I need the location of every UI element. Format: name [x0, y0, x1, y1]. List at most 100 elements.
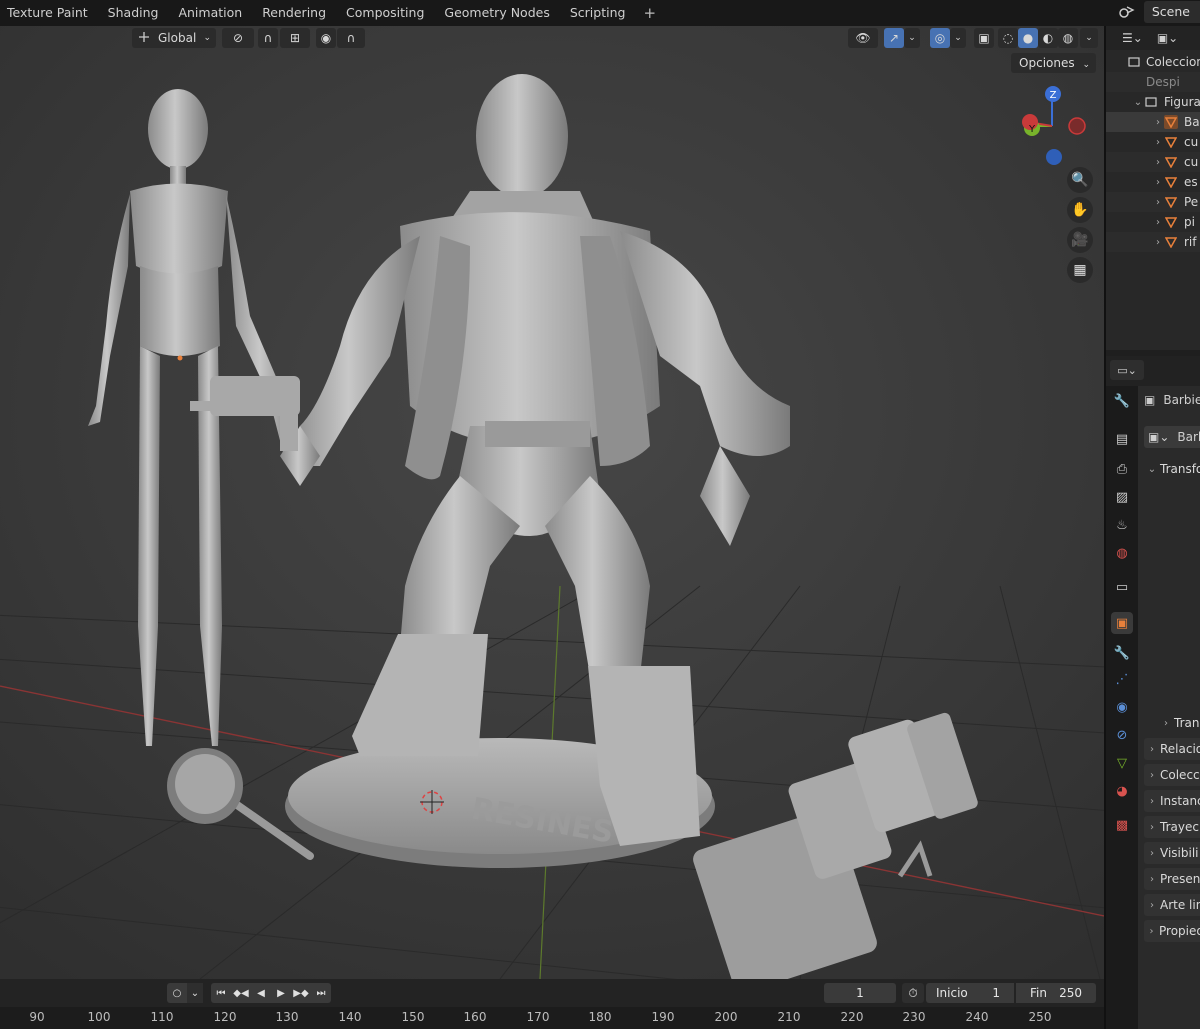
options-dropdown[interactable]: Opciones ⌄ — [1011, 53, 1096, 73]
play-reverse-button[interactable]: ◀ — [251, 983, 271, 1003]
visibility-dropdown[interactable]: 👁 — [848, 28, 878, 48]
camera-view-button[interactable]: 🎥 — [1067, 227, 1093, 253]
shading-rendered[interactable]: ◍ — [1058, 28, 1078, 48]
pan-button[interactable]: ✋ — [1067, 197, 1093, 223]
tab-particles[interactable]: ⋰ — [1111, 668, 1133, 690]
outliner-object-row[interactable]: › Pe — [1106, 192, 1200, 212]
shading-solid[interactable]: ● — [1018, 28, 1038, 48]
tab-world[interactable]: ◍ — [1111, 542, 1133, 564]
tab-constraints[interactable]: ⊘ — [1111, 724, 1133, 746]
tab-collection[interactable]: ▭ — [1111, 576, 1133, 598]
section-line-art[interactable]: › Arte lin — [1144, 894, 1200, 916]
display-mode-icon[interactable]: ☰⌄ — [1122, 31, 1143, 45]
chevron-right-icon[interactable]: › — [1152, 197, 1164, 208]
keying-dropdown[interactable]: ⌄ — [187, 983, 203, 1003]
prev-keyframe-button[interactable]: ◆◀ — [231, 983, 251, 1003]
add-workspace-button[interactable]: + — [635, 4, 664, 22]
keyframe-toggle[interactable]: ○ — [167, 983, 187, 1003]
outliner-object-row[interactable]: › rif — [1106, 232, 1200, 252]
tab-texture[interactable]: ▩ — [1111, 814, 1133, 836]
outliner-object-row[interactable]: › pi — [1106, 212, 1200, 232]
tab-rendering[interactable]: Rendering — [252, 0, 336, 26]
outliner-row-figura[interactable]: ⌄ Figura — [1106, 92, 1200, 112]
chevron-right-icon[interactable]: › — [1152, 237, 1164, 248]
scene-selector[interactable]: Scene — [1116, 0, 1200, 24]
section-relations[interactable]: › Relacio — [1144, 738, 1200, 760]
outliner-object-row[interactable]: › cu — [1106, 132, 1200, 152]
snap-toggle[interactable]: ∩ — [258, 28, 278, 48]
section-visibility[interactable]: › Visibili — [1144, 842, 1200, 864]
properties-editor[interactable]: ▭⌄ 🔧 ▤ ⎙ ▨ ♨ ◍ ▭ ▣ 🔧 ⋰ ◉ ⊘ ▽ ◕ ▩ ▣ Barbi… — [1106, 356, 1200, 1029]
play-icon: ▶ — [277, 987, 285, 999]
hidden-row-label: Despi — [1146, 75, 1180, 89]
section-instancing[interactable]: › Instanc — [1144, 790, 1200, 812]
section-collections[interactable]: › Colecc — [1144, 764, 1200, 786]
section-motion-paths[interactable]: › Trayec — [1144, 816, 1200, 838]
editor-type-dropdown[interactable]: ▭⌄ — [1110, 360, 1144, 380]
snap-target-dropdown[interactable]: ⊞ — [280, 28, 310, 48]
shading-material[interactable]: ◐ — [1038, 28, 1058, 48]
tab-view-layer[interactable]: ▨ — [1111, 486, 1133, 508]
3d-viewport[interactable]: RESINES Z Y Global ⌄ ⊘ ∩ ⊞ ◉ ∩ 👁 ↗ ⌄ ◎ ⌄… — [0, 26, 1104, 979]
xray-toggle[interactable]: ▣ — [974, 28, 994, 48]
shading-dropdown[interactable]: ⌄ — [1080, 28, 1098, 48]
transform-orientation-dropdown[interactable]: Global ⌄ — [132, 28, 216, 48]
zoom-button[interactable]: 🔍 — [1067, 167, 1093, 193]
filter-icon[interactable]: ▣⌄ — [1157, 31, 1178, 45]
outliner[interactable]: ☰⌄ ▣⌄ Coleccion Despi ⌄ Figura › Ba › cu… — [1106, 26, 1200, 350]
tab-animation[interactable]: Animation — [168, 0, 252, 26]
next-keyframe-button[interactable]: ▶◆ — [291, 983, 311, 1003]
gizmo-dropdown[interactable]: ⌄ — [904, 28, 920, 48]
tab-texture-paint[interactable]: Texture Paint — [0, 0, 98, 26]
chevron-right-icon[interactable]: › — [1152, 157, 1164, 168]
overlays-toggle[interactable]: ◎ — [930, 28, 950, 48]
snap-increment-icon: ⊞ — [289, 31, 301, 45]
chevron-right-icon[interactable]: › — [1152, 137, 1164, 148]
play-button[interactable]: ▶ — [271, 983, 291, 1003]
tab-object[interactable]: ▣ — [1111, 612, 1133, 634]
gizmo-toggle[interactable]: ↗ — [884, 28, 904, 48]
pivot-point-button[interactable]: ⊘ — [222, 28, 254, 48]
chevron-down-icon[interactable]: ⌄ — [1132, 97, 1144, 108]
section-delta-transform[interactable]: › Tran — [1158, 712, 1200, 734]
jump-end-button[interactable]: ⏭ — [311, 983, 331, 1003]
tab-data[interactable]: ▽ — [1111, 752, 1133, 774]
outliner-scene-collection[interactable]: Coleccion — [1106, 52, 1200, 72]
tab-output[interactable]: ⎙ — [1111, 458, 1133, 480]
tab-material[interactable]: ◕ — [1111, 780, 1133, 802]
shading-wireframe[interactable]: ◌ — [998, 28, 1018, 48]
tab-render[interactable]: ▤ — [1111, 428, 1133, 450]
end-frame-field[interactable]: Fin 250 — [1016, 983, 1096, 1003]
tab-modifiers[interactable]: 🔧 — [1111, 642, 1133, 664]
outliner-object-row[interactable]: › cu — [1106, 152, 1200, 172]
ruler-tick: 240 — [965, 1010, 989, 1024]
tab-shading[interactable]: Shading — [98, 0, 169, 26]
tab-tool[interactable]: 🔧 — [1111, 390, 1133, 412]
tab-physics[interactable]: ◉ — [1111, 696, 1133, 718]
section-custom-properties[interactable]: › Propied — [1144, 920, 1200, 942]
chevron-right-icon[interactable]: › — [1152, 217, 1164, 228]
tab-scene[interactable]: ♨ — [1111, 514, 1133, 536]
overlays-dropdown[interactable]: ⌄ — [950, 28, 966, 48]
frame-ruler[interactable]: 90 100 110 120 130 140 150 160 170 180 1… — [0, 1007, 1104, 1029]
render-camera-icon: ▤ — [1115, 431, 1129, 447]
perspective-toggle-button[interactable]: ▦ — [1067, 257, 1093, 283]
start-frame-field[interactable]: Inicio 1 — [926, 983, 1014, 1003]
tab-geometry-nodes[interactable]: Geometry Nodes — [434, 0, 559, 26]
tab-compositing[interactable]: Compositing — [336, 0, 434, 26]
jump-start-button[interactable]: ⏮ — [211, 983, 231, 1003]
outliner-row-hidden[interactable]: Despi — [1106, 72, 1200, 92]
section-viewport-display[interactable]: › Presen — [1144, 868, 1200, 890]
tab-scripting[interactable]: Scripting — [560, 0, 636, 26]
falloff-dropdown[interactable]: ∩ — [337, 28, 365, 48]
chevron-right-icon[interactable]: › — [1152, 177, 1164, 188]
object-datablock-field[interactable]: ▣⌄ Barl — [1144, 426, 1200, 448]
outliner-object-row[interactable]: › Ba — [1106, 112, 1200, 132]
stopwatch-button[interactable]: ⏱ — [902, 983, 924, 1003]
section-transform[interactable]: ⌄ Transfo — [1144, 458, 1200, 480]
ruler-tick: 190 — [651, 1010, 675, 1024]
current-frame-field[interactable]: 1 — [824, 983, 896, 1003]
proportional-edit-toggle[interactable]: ◉ — [316, 28, 336, 48]
chevron-right-icon[interactable]: › — [1152, 117, 1164, 128]
outliner-object-row[interactable]: › es — [1106, 172, 1200, 192]
